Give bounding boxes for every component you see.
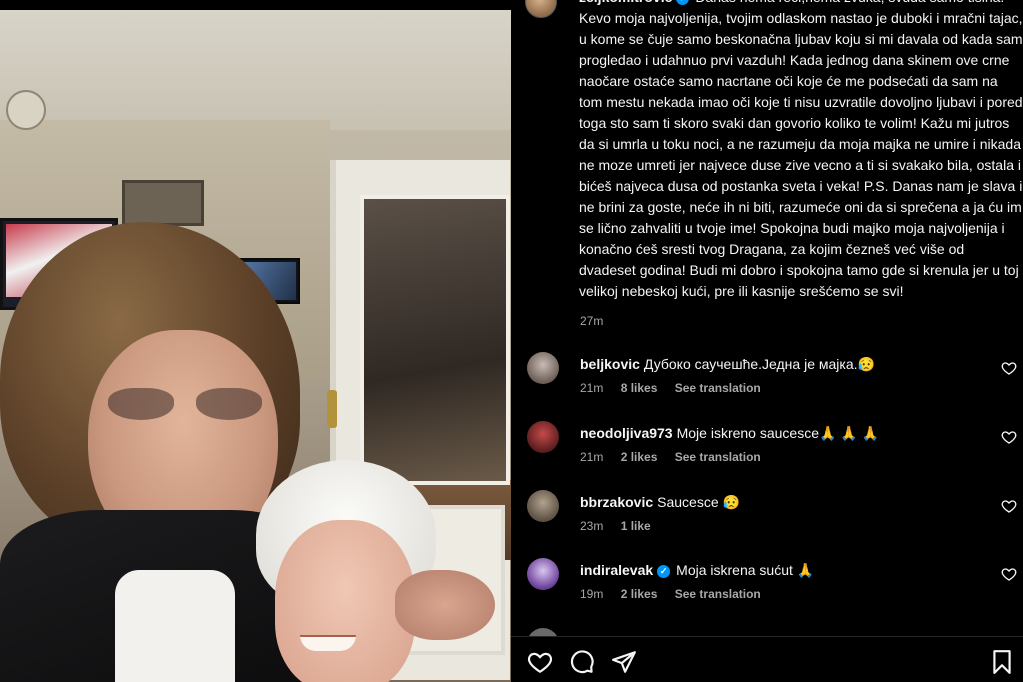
- commenter-avatar[interactable]: [527, 490, 559, 522]
- comment-time[interactable]: 21m: [580, 450, 603, 464]
- comment-meta: 21m 8 likes See translation: [580, 381, 775, 395]
- comment-text: beljkovic Дубоко саучешће.Једна је мајка.…: [580, 355, 980, 373]
- comment-heart-icon[interactable]: [1001, 429, 1017, 445]
- photo-shirt: [115, 570, 235, 682]
- comment-time[interactable]: 23m: [580, 519, 603, 533]
- comment-item: bbrzakovic Saucesce 😥 23m 1 like: [527, 490, 1023, 550]
- comment-likes[interactable]: 1 like: [621, 519, 651, 533]
- heart-icon[interactable]: [527, 649, 553, 675]
- comment-time[interactable]: 19m: [580, 587, 603, 601]
- comment-likes[interactable]: 2 likes: [621, 587, 658, 601]
- photo-woman-face: [275, 520, 415, 682]
- see-translation-link[interactable]: See translation: [675, 381, 761, 395]
- comment-meta: 21m 2 likes See translation: [580, 450, 775, 464]
- top-strip: [0, 0, 511, 10]
- comment-likes[interactable]: 2 likes: [621, 450, 658, 464]
- comment-item-partial: [527, 626, 1023, 636]
- photo-door-handle: [327, 390, 337, 428]
- author-avatar[interactable]: [525, 0, 557, 18]
- post-action-bar: [511, 636, 1023, 682]
- commenter-username[interactable]: indiralevak: [580, 562, 653, 578]
- bookmark-icon[interactable]: [989, 649, 1015, 675]
- post-caption: zeljkomitrovic ✓Danas nema reči,nema zvuk…: [579, 0, 1023, 302]
- photo-woman-smile: [300, 635, 356, 651]
- verified-badge-icon: ✓: [657, 564, 671, 578]
- photo-hand: [395, 570, 495, 640]
- post-details-panel: zeljkomitrovic✓Danas nema reči,nema zvuk…: [511, 0, 1023, 682]
- commenter-avatar[interactable]: [527, 421, 559, 453]
- commenter-username[interactable]: bbrzakovic: [580, 494, 653, 510]
- post-timestamp[interactable]: 27m: [580, 314, 603, 328]
- post-photo[interactable]: [0, 10, 511, 682]
- comment-text: bbrzakovic Saucesce 😥: [580, 493, 980, 511]
- comment-heart-icon[interactable]: [1001, 498, 1017, 514]
- commenter-username[interactable]: beljkovic: [580, 356, 640, 372]
- comment-text: indiralevak ✓ Moja iskrena sućut 🙏: [580, 561, 980, 579]
- see-translation-link[interactable]: See translation: [675, 450, 761, 464]
- comment-meta: 23m 1 like: [580, 519, 665, 533]
- commenter-avatar[interactable]: [527, 352, 559, 384]
- comment-content: Дубоко саучешће.Једна је мајка.😥: [643, 356, 875, 372]
- comment-content: Saucesce 😥: [657, 494, 740, 510]
- commenter-avatar[interactable]: [527, 628, 559, 636]
- comment-content: Moje iskreno saucesce🙏 🙏 🙏: [676, 425, 880, 441]
- photo-door-glass: [360, 195, 510, 485]
- comment-content: Moja iskrena sućut 🙏: [676, 562, 815, 578]
- verified-badge-icon: ✓: [676, 0, 690, 5]
- caption-body: Danas nema reči,nema zvuka, svuda samo t…: [579, 0, 1023, 299]
- comment-heart-icon[interactable]: [1001, 566, 1017, 582]
- commenter-username[interactable]: neodoljiva973: [580, 425, 673, 441]
- photo-wall-picture: [122, 180, 204, 226]
- comment-item: indiralevak ✓ Moja iskrena sućut 🙏 19m 2 l…: [527, 558, 1023, 618]
- comment-text: neodoljiva973 Moje iskreno saucesce🙏 🙏 🙏: [580, 424, 980, 442]
- see-translation-link[interactable]: See translation: [675, 587, 761, 601]
- comment-heart-icon[interactable]: [1001, 360, 1017, 376]
- comment-time[interactable]: 21m: [580, 381, 603, 395]
- comment-meta: 19m 2 likes See translation: [580, 587, 775, 601]
- comment-icon[interactable]: [569, 649, 595, 675]
- photo-sunglasses: [108, 388, 268, 424]
- share-icon[interactable]: [611, 649, 637, 675]
- comment-item: neodoljiva973 Moje iskreno saucesce🙏 🙏 🙏 …: [527, 421, 1023, 481]
- comment-likes[interactable]: 8 likes: [621, 381, 658, 395]
- photo-lamp: [6, 90, 46, 130]
- photo-ceiling: [0, 10, 511, 130]
- comment-item: beljkovic Дубоко саучешће.Једна је мајка.…: [527, 352, 1023, 412]
- author-username[interactable]: zeljkomitrovic: [579, 0, 672, 5]
- commenter-avatar[interactable]: [527, 558, 559, 590]
